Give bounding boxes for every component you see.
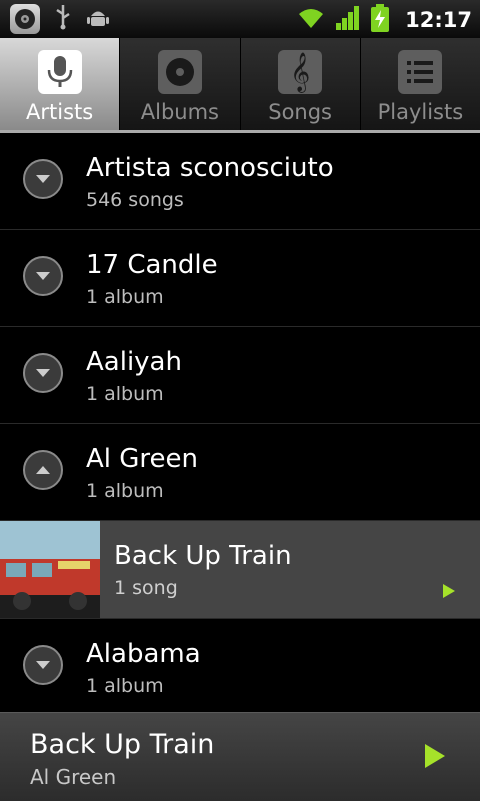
battery-charging-icon	[371, 4, 390, 36]
album-item[interactable]: Back Up Train 1 song	[0, 521, 480, 619]
artist-count: 1 album	[86, 383, 164, 405]
tab-artists[interactable]: Artists	[0, 38, 121, 130]
chevron-down-icon	[36, 175, 50, 183]
tab-playlists[interactable]: Playlists	[360, 38, 480, 130]
usb-icon	[54, 4, 72, 34]
list-item[interactable]: 17 Candle 1 album	[0, 230, 480, 327]
chevron-down-icon	[36, 272, 50, 280]
music-notification-icon	[10, 4, 40, 34]
library-tabs: Artists Albums 𝄞 Songs Playlists	[0, 38, 480, 130]
artist-count: 1 album	[86, 286, 164, 308]
tab-label: Songs	[268, 100, 332, 124]
now-playing-indicator-icon	[442, 583, 456, 603]
artist-name: Alabama	[86, 639, 201, 669]
now-playing-artist: Al Green	[30, 765, 117, 789]
tab-label: Artists	[26, 100, 94, 124]
android-debug-icon	[86, 5, 110, 33]
tab-label: Albums	[140, 100, 219, 124]
status-bar: 12:17	[0, 0, 480, 38]
now-playing-bar[interactable]: Back Up Train Al Green	[0, 712, 480, 801]
list-item[interactable]: Artista sconosciuto 546 songs	[0, 133, 480, 230]
artist-name: 17 Candle	[86, 250, 218, 280]
playlist-icon	[398, 50, 443, 94]
signal-icon	[335, 5, 361, 35]
expand-button[interactable]	[23, 353, 63, 393]
list-item[interactable]: Aaliyah 1 album	[0, 327, 480, 424]
collapse-button[interactable]	[23, 450, 63, 490]
play-icon	[425, 744, 445, 768]
chevron-down-icon	[36, 661, 50, 669]
artist-count: 546 songs	[86, 189, 184, 211]
artist-name: Al Green	[86, 444, 199, 474]
artist-name: Aaliyah	[86, 347, 182, 377]
treble-clef-icon: 𝄞	[278, 50, 323, 94]
expand-button[interactable]	[23, 645, 63, 685]
chevron-down-icon	[36, 369, 50, 377]
expand-button[interactable]	[23, 256, 63, 296]
chevron-up-icon	[36, 466, 50, 474]
list-item[interactable]: Alabama 1 album	[0, 619, 480, 716]
artist-name: Artista sconosciuto	[86, 153, 334, 183]
expand-button[interactable]	[23, 159, 63, 199]
microphone-icon	[37, 50, 82, 94]
album-song-count: 1 song	[114, 577, 178, 599]
tab-songs[interactable]: 𝄞 Songs	[240, 38, 361, 130]
album-cover	[0, 521, 100, 618]
now-playing-title: Back Up Train	[30, 729, 215, 760]
tab-label: Playlists	[377, 100, 464, 124]
tab-albums[interactable]: Albums	[120, 38, 241, 130]
artist-count: 1 album	[86, 480, 164, 502]
album-disc-icon	[157, 50, 202, 94]
album-title: Back Up Train	[114, 541, 292, 571]
list-item[interactable]: Al Green 1 album	[0, 424, 480, 521]
play-button[interactable]	[424, 743, 446, 773]
status-time: 12:17	[405, 8, 472, 32]
artist-count: 1 album	[86, 675, 164, 697]
wifi-icon	[297, 6, 325, 34]
artist-list: Artista sconosciuto 546 songs 17 Candle …	[0, 133, 480, 716]
